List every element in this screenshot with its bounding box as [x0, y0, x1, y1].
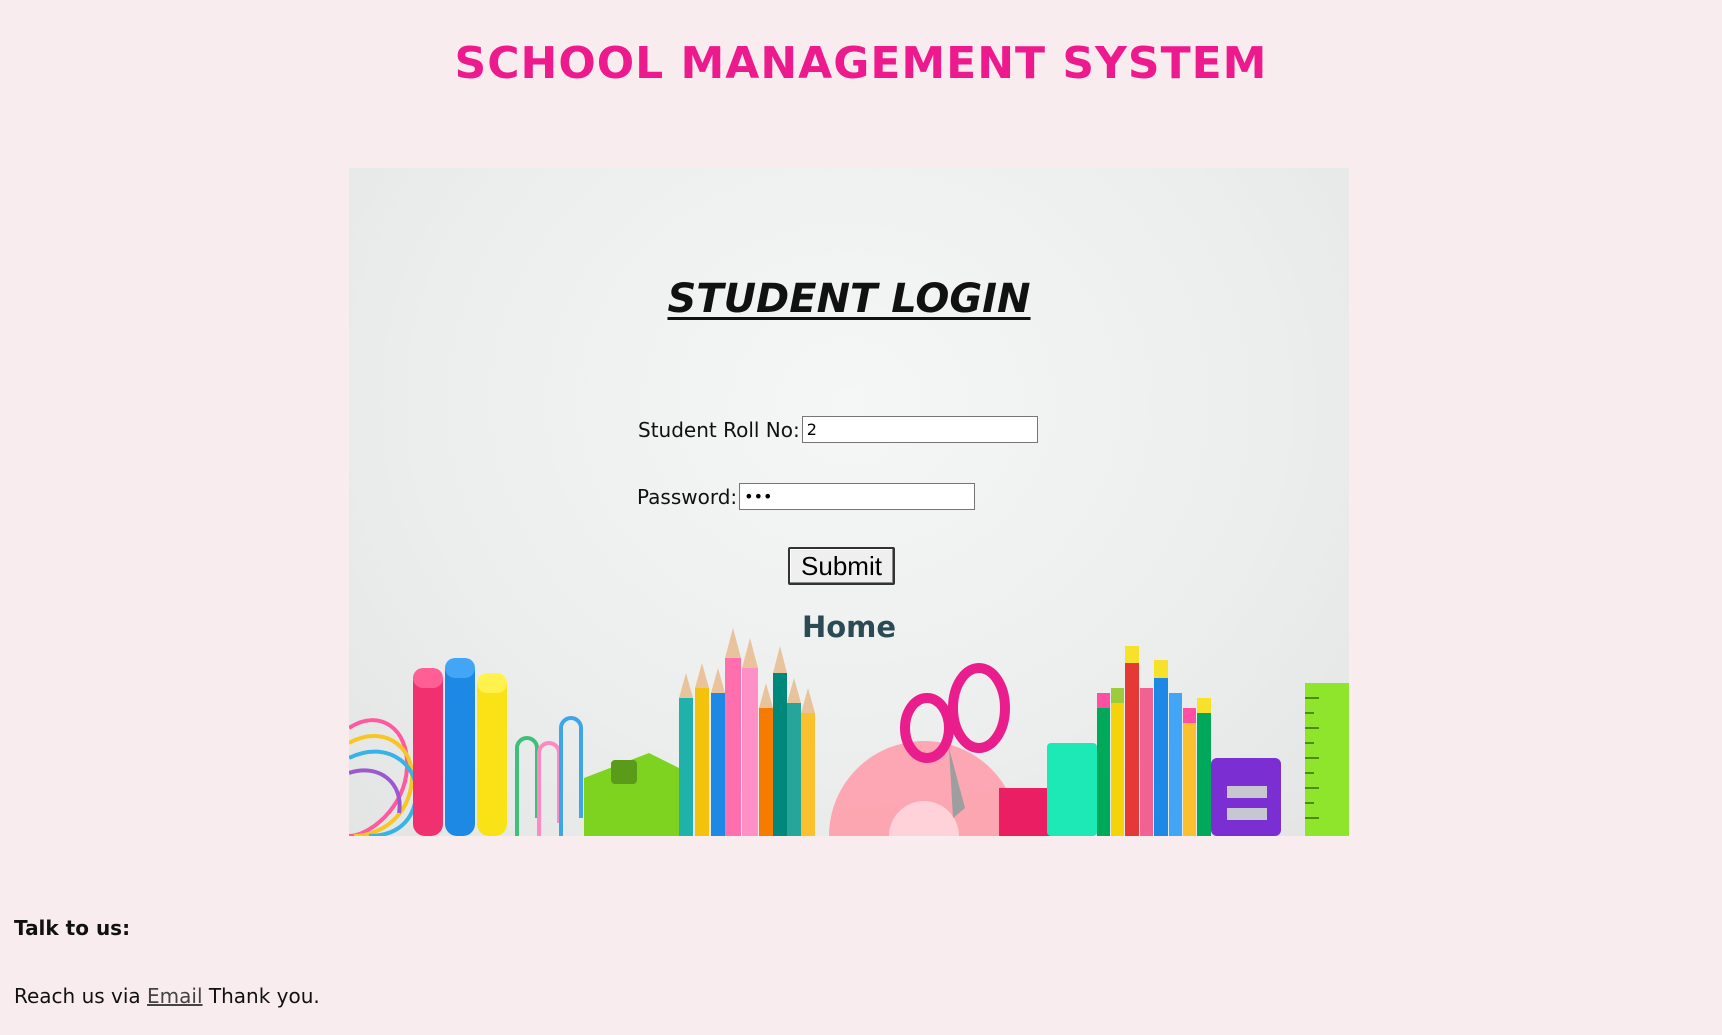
footer-text-after: Thank you. [202, 984, 320, 1008]
page-title: SCHOOL MANAGEMENT SYSTEM [454, 38, 1268, 89]
login-panel: STUDENT LOGIN Student Roll No: Password:… [349, 168, 1349, 836]
roll-number-input[interactable] [801, 416, 1038, 443]
login-title: STUDENT LOGIN [667, 276, 1031, 322]
password-label: Password: [637, 484, 738, 509]
submit-button[interactable]: Submit [788, 547, 895, 585]
footer-text: Reach us via Email Thank you. [14, 984, 320, 1008]
roll-number-row: Student Roll No: [638, 416, 1038, 443]
footer-text-before: Reach us via [14, 984, 148, 1008]
home-link[interactable]: Home [349, 610, 1349, 644]
email-link[interactable]: Email [147, 984, 203, 1008]
password-row: Password: [637, 483, 976, 510]
roll-number-label: Student Roll No: [638, 417, 800, 442]
password-input[interactable] [739, 483, 976, 510]
footer-heading: Talk to us: [14, 916, 131, 940]
